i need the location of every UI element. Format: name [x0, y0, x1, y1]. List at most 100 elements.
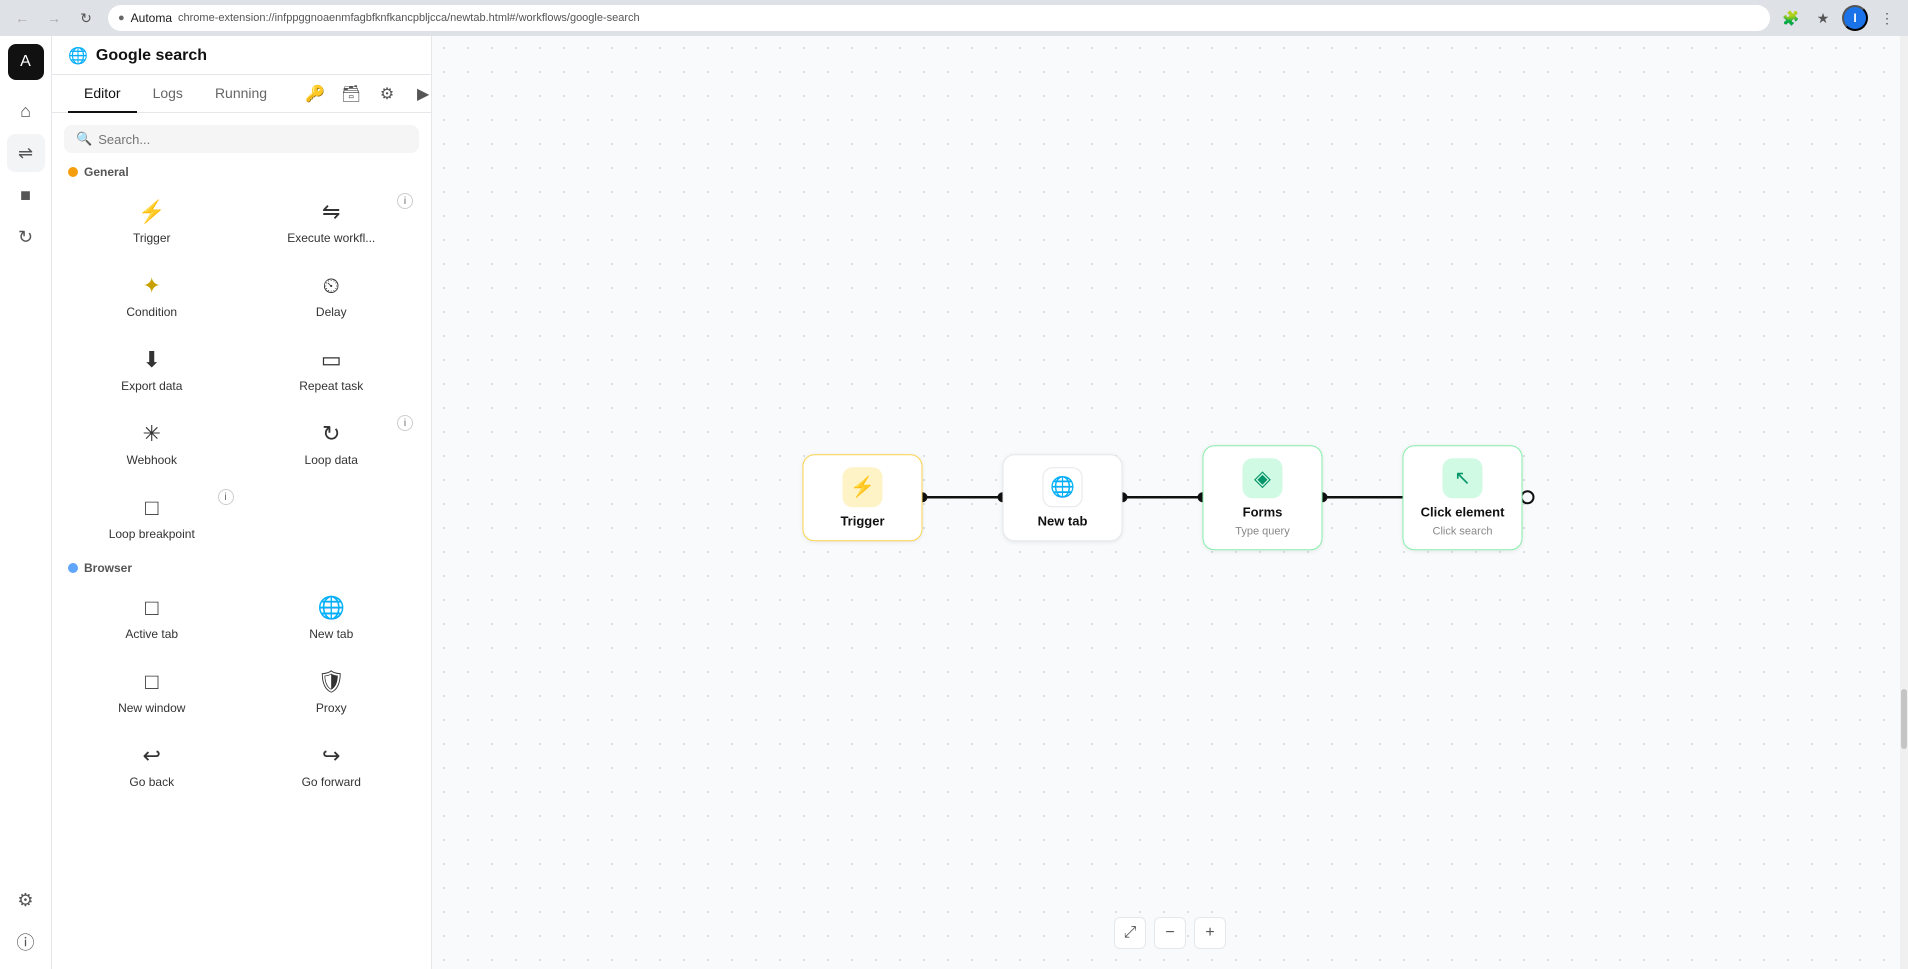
scrollbar-thumb: [1901, 689, 1907, 749]
trigger-node-title: Trigger: [840, 513, 884, 528]
app-layout: A ⌂ ⇌ ■ ↻ ⚙ ⓘ 🌐 Google search Editor: [0, 36, 1908, 969]
active-tab-label: Active tab: [125, 627, 178, 641]
trigger-card[interactable]: ⚡ Trigger: [803, 454, 923, 541]
active-tab-icon: □: [145, 595, 158, 621]
bookmark-button[interactable]: ★: [1810, 5, 1836, 31]
search-input[interactable]: [98, 132, 407, 147]
loop-bp-label: Loop breakpoint: [109, 527, 195, 541]
webhook-icon: ✳: [143, 421, 161, 447]
browser-dot: [68, 563, 78, 573]
tab-running[interactable]: Running: [199, 75, 283, 113]
play-button[interactable]: ▶: [407, 78, 432, 110]
node-condition[interactable]: ✦ Condition: [64, 261, 240, 331]
search-icon: 🔍: [76, 131, 92, 147]
new-window-label: New window: [118, 701, 185, 715]
reload-button[interactable]: ↻: [72, 4, 100, 32]
loop-data-info-btn[interactable]: i: [397, 415, 413, 431]
forms-node-icon: ◈: [1243, 458, 1283, 498]
globe-icon: 🌐: [68, 46, 88, 66]
tab-editor[interactable]: Editor: [68, 75, 137, 113]
sidebar-bottom: ⚙ ⓘ: [7, 881, 45, 961]
canvas-node-click-element[interactable]: ↖ Click element Click search: [1403, 445, 1523, 550]
click-element-node-icon: ↖: [1443, 458, 1483, 498]
canvas-flow: ⚡ Trigger 🌐 New tab: [803, 445, 1538, 550]
zoom-out-button[interactable]: −: [1154, 917, 1186, 949]
go-forward-icon: ↪: [322, 743, 340, 769]
node-trigger[interactable]: ⚡ Trigger: [64, 187, 240, 257]
sidebar-item-home[interactable]: ⌂: [7, 92, 45, 130]
node-new-tab[interactable]: 🌐 New tab: [244, 583, 420, 653]
condition-label: Condition: [126, 305, 177, 319]
sidebar-item-settings[interactable]: ⚙: [7, 881, 45, 919]
sidebar-item-history[interactable]: ↻: [7, 218, 45, 256]
tab-logs[interactable]: Logs: [137, 75, 199, 113]
repeat-label: Repeat task: [299, 379, 363, 393]
sidebar-item-info[interactable]: ⓘ: [7, 923, 45, 961]
workflow-toolbar: 🔑 🗃 ⚙ ▶ ⋮ 💾 Save: [299, 78, 432, 110]
browser-nodes-grid: □ Active tab 🌐 New tab □ New window 🛡 Pr…: [64, 583, 419, 801]
profile-button[interactable]: I: [1842, 5, 1868, 31]
node-loop-data[interactable]: i ↻ Loop data: [244, 409, 420, 479]
node-delay[interactable]: ⏲ Delay: [244, 261, 420, 331]
app-sidebar: A ⌂ ⇌ ■ ↻ ⚙ ⓘ: [0, 36, 52, 969]
connector-1: [918, 482, 1008, 512]
click-element-card[interactable]: ↖ Click element Click search: [1403, 445, 1523, 550]
zoom-in-button[interactable]: +: [1194, 917, 1226, 949]
node-new-window[interactable]: □ New window: [64, 657, 240, 727]
new-tab-card[interactable]: 🌐 New tab: [1003, 454, 1123, 541]
workflow-tabs-toolbar: Editor Logs Running 🔑 🗃 ⚙ ▶ ⋮ 💾 Save: [52, 75, 431, 113]
execute-icon: ⇋: [322, 199, 340, 225]
search-box[interactable]: 🔍: [64, 125, 419, 153]
node-execute-workflow[interactable]: i ⇋ Execute workfl...: [244, 187, 420, 257]
node-repeat-task[interactable]: ▭ Repeat task: [244, 335, 420, 405]
workflow-title-area: 🌐 Google search: [68, 46, 207, 66]
browser-section-label: Browser: [68, 561, 415, 575]
general-dot: [68, 167, 78, 177]
site-icon: ●: [118, 12, 125, 24]
node-proxy[interactable]: 🛡 Proxy: [244, 657, 420, 727]
delay-label: Delay: [316, 305, 347, 319]
node-go-forward[interactable]: ↪ Go forward: [244, 731, 420, 801]
execute-info-btn[interactable]: i: [397, 193, 413, 209]
chrome-nav-buttons: ← → ↻: [8, 4, 100, 32]
delay-icon: ⏲: [323, 273, 340, 299]
trigger-label: Trigger: [133, 231, 171, 245]
new-window-icon: □: [145, 669, 158, 695]
canvas-area[interactable]: ⚡ Trigger 🌐 New tab: [432, 36, 1908, 969]
go-forward-label: Go forward: [302, 775, 361, 789]
workflow-title: Google search: [96, 47, 207, 65]
connector-2: [1118, 482, 1208, 512]
expand-button[interactable]: ⤢: [1114, 917, 1146, 949]
back-button[interactable]: ←: [8, 4, 36, 32]
extensions-button[interactable]: 🧩: [1778, 5, 1804, 31]
storage-button[interactable]: 🗃: [335, 78, 367, 110]
new-tab-node-title: New tab: [1038, 513, 1088, 528]
canvas-node-forms[interactable]: ◈ Forms Type query: [1203, 445, 1323, 550]
sidebar-item-packages[interactable]: ■: [7, 176, 45, 214]
click-element-node-subtitle: Click search: [1433, 525, 1493, 537]
forward-button[interactable]: →: [40, 4, 68, 32]
general-section-label: General: [68, 165, 415, 179]
node-webhook[interactable]: ✳ Webhook: [64, 409, 240, 479]
key-button[interactable]: 🔑: [299, 78, 331, 110]
sidebar-item-workflows[interactable]: ⇌: [7, 134, 45, 172]
address-bar[interactable]: ● Automa chrome-extension://infppggnoaen…: [108, 5, 1770, 31]
canvas-node-trigger[interactable]: ⚡ Trigger: [803, 454, 923, 541]
loop-data-label: Loop data: [305, 453, 358, 467]
canvas-controls: ⤢ − +: [1114, 917, 1226, 949]
node-export-data[interactable]: ⬇ Export data: [64, 335, 240, 405]
address-text: chrome-extension://infppggnoaenmfagbfknf…: [178, 12, 640, 24]
connector-3: [1318, 482, 1408, 512]
node-loop-breakpoint[interactable]: i □ Loop breakpoint: [64, 483, 240, 553]
right-scrollbar[interactable]: [1900, 36, 1908, 969]
forms-card[interactable]: ◈ Forms Type query: [1203, 445, 1323, 550]
new-tab-label: New tab: [309, 627, 353, 641]
app-logo[interactable]: A: [8, 44, 44, 80]
canvas-node-new-tab[interactable]: 🌐 New tab: [1003, 454, 1123, 541]
loop-bp-icon: □: [145, 495, 158, 521]
loop-bp-info-btn[interactable]: i: [218, 489, 234, 505]
node-active-tab[interactable]: □ Active tab: [64, 583, 240, 653]
node-go-back[interactable]: ↩ Go back: [64, 731, 240, 801]
settings-button[interactable]: ⚙: [371, 78, 403, 110]
chrome-menu-button[interactable]: ⋮: [1874, 5, 1900, 31]
